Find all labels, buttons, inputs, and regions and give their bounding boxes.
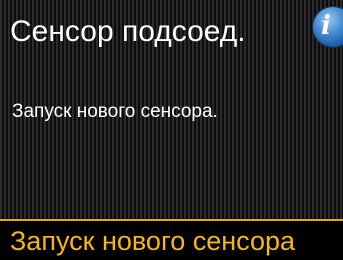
info-icon: i (321, 11, 331, 41)
info-button[interactable]: i (312, 6, 343, 48)
start-new-sensor-label: Запуск нового сенсора (10, 226, 295, 256)
device-screen: Сенсор подсоед. i Запуск нового сенсора.… (0, 0, 343, 260)
status-message: Запуск нового сенсора. (12, 101, 218, 122)
screen-title: Сенсор подсоед. (10, 15, 246, 48)
start-new-sensor-button[interactable]: Запуск нового сенсора (0, 219, 343, 260)
